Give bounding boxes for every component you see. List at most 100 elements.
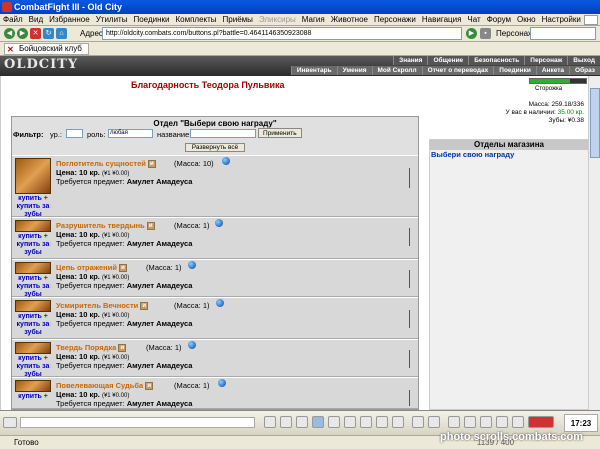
info-badge-icon[interactable]: и [118, 264, 127, 273]
item-name[interactable]: Твердь Порядка и [56, 343, 127, 353]
tool-icon[interactable] [344, 416, 356, 428]
item-image[interactable] [15, 380, 51, 392]
home-icon[interactable]: ⌂ [56, 28, 67, 39]
level-input[interactable] [66, 129, 83, 138]
nav-profile[interactable]: Анкета [535, 66, 570, 75]
persona-select[interactable] [530, 27, 596, 40]
buy-teeth-link[interactable]: купить за зубы [17, 203, 50, 218]
nav-exit[interactable]: Выход [567, 56, 600, 65]
nav-battles[interactable]: Поединки [493, 66, 536, 75]
menu-elixirs[interactable]: Эликсиры [256, 14, 299, 26]
plus-icon[interactable]: + [44, 313, 48, 320]
tool-icon[interactable] [448, 416, 460, 428]
links-icon[interactable]: ▪ [480, 28, 491, 39]
tab-fight-club[interactable]: ✕ Бойцовский клуб [4, 43, 89, 55]
globe-icon[interactable] [216, 299, 224, 307]
role-select[interactable]: любая [108, 129, 153, 138]
tool-icon[interactable] [496, 416, 508, 428]
tool-icon[interactable] [280, 416, 292, 428]
nav-transfers[interactable]: Отчет о переводах [421, 66, 494, 75]
tool-icon[interactable] [480, 416, 492, 428]
tool-icon[interactable] [360, 416, 372, 428]
tool-icon[interactable] [376, 416, 388, 428]
item-image[interactable] [15, 220, 51, 232]
globe-icon[interactable] [188, 341, 196, 349]
item-image[interactable] [15, 158, 51, 194]
menu-forum[interactable]: Форум [484, 14, 514, 26]
expand-all-button[interactable]: Развернуть всё [184, 143, 246, 152]
nav-security[interactable]: Безопасность [468, 56, 525, 65]
scroll-thumb[interactable] [590, 88, 600, 158]
updown-arrow-icon[interactable] [408, 390, 412, 406]
menu-animal[interactable]: Животное [328, 14, 371, 26]
globe-icon[interactable] [218, 379, 226, 387]
updown-arrow-icon[interactable] [408, 310, 412, 328]
tool-icon[interactable] [512, 416, 524, 428]
buy-link[interactable]: купить [18, 313, 42, 320]
plus-icon[interactable]: + [44, 393, 48, 400]
buy-link[interactable]: купить [18, 233, 42, 240]
nav-my-scroll[interactable]: Мой Скролл [371, 66, 422, 75]
item-name[interactable]: Цепь отражений и [56, 263, 127, 273]
tool-icon[interactable] [428, 416, 440, 428]
buy-link[interactable]: купить [18, 355, 42, 362]
item-name[interactable]: Повелевающая Судьба и [56, 381, 154, 391]
menu-file[interactable]: Файл [0, 14, 26, 26]
globe-icon[interactable] [222, 157, 230, 165]
apply-button[interactable]: Применить [258, 128, 302, 138]
buy-link[interactable]: купить [18, 275, 42, 282]
info-badge-icon[interactable]: и [146, 222, 155, 231]
tool-icon[interactable] [392, 416, 404, 428]
buy-teeth-link[interactable]: купить за зубы [17, 363, 50, 378]
buy-teeth-link[interactable]: купить за зубы [17, 283, 50, 298]
buy-teeth-link[interactable]: купить за зубы [17, 321, 50, 336]
plus-icon[interactable]: + [44, 355, 48, 362]
item-image[interactable] [15, 262, 51, 274]
nav-communication[interactable]: Общение [427, 56, 469, 65]
forward-icon[interactable]: ▶ [17, 28, 28, 39]
tool-icon[interactable] [328, 416, 340, 428]
menu-characters[interactable]: Персонажи [371, 14, 419, 26]
nav-character[interactable]: Персонаж [524, 56, 568, 65]
address-input[interactable]: http://oldcity.combats.com/buttons.pl?ba… [102, 27, 462, 40]
chat-input[interactable] [20, 417, 255, 428]
plus-icon[interactable]: + [44, 275, 48, 282]
menu-battles[interactable]: Поединки [130, 14, 172, 26]
menu-window[interactable]: Окно [514, 14, 539, 26]
department-link[interactable]: Выбери свою награду [430, 150, 588, 159]
buy-teeth-link[interactable]: купить за зубы [17, 241, 50, 256]
globe-icon[interactable] [188, 261, 196, 269]
item-name[interactable]: Усмиритель Вечности и [56, 301, 149, 311]
updown-arrow-icon[interactable] [408, 168, 412, 188]
item-image[interactable] [15, 300, 51, 312]
nav-inventory[interactable]: Инвентарь [290, 66, 337, 75]
tool-icon[interactable] [296, 416, 308, 428]
menu-sets[interactable]: Комплекты [172, 14, 219, 26]
menu-utilities[interactable]: Утилиты [93, 14, 131, 26]
go-icon[interactable]: ▶ [466, 28, 477, 39]
info-badge-icon[interactable]: и [147, 160, 156, 169]
tool-icon[interactable] [464, 416, 476, 428]
stop-icon[interactable]: ✕ [30, 28, 41, 39]
nav-knowledge[interactable]: Знания [393, 56, 428, 65]
smile-icon[interactable] [412, 416, 424, 428]
item-name[interactable]: Разрушитель твердынь и [56, 221, 155, 231]
globe-icon[interactable] [215, 219, 223, 227]
updown-arrow-icon[interactable] [408, 228, 412, 246]
plus-icon[interactable]: + [44, 195, 48, 202]
tab-close-icon[interactable]: ✕ [7, 45, 14, 55]
updown-arrow-icon[interactable] [408, 270, 412, 288]
menu-magic[interactable]: Магия [299, 14, 328, 26]
item-image[interactable] [15, 342, 51, 354]
info-badge-icon[interactable]: и [140, 302, 149, 311]
tool-icon[interactable] [312, 416, 324, 428]
menu-navigation[interactable]: Навигация [419, 14, 465, 26]
refresh-icon[interactable]: ↻ [43, 28, 54, 39]
info-badge-icon[interactable]: и [118, 344, 127, 353]
menu-settings[interactable]: Настройки [539, 14, 584, 26]
buy-link[interactable]: купить [18, 195, 42, 202]
menu-view[interactable]: Вид [26, 14, 46, 26]
red-indicator-icon[interactable] [528, 416, 554, 428]
back-icon[interactable]: ◀ [4, 28, 15, 39]
menu-favorites[interactable]: Избранное [46, 14, 93, 26]
